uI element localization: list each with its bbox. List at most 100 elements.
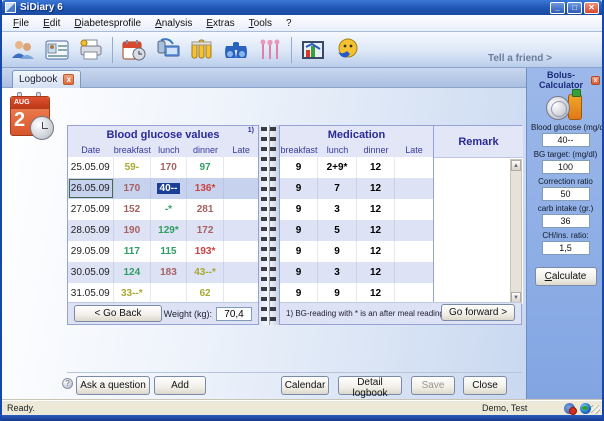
glucose-value-cell[interactable]: 124 (114, 262, 152, 283)
save-button[interactable]: Save (411, 376, 455, 395)
lab-values-icon[interactable] (185, 35, 219, 65)
glucose-value-cell[interactable]: -* (151, 199, 187, 220)
glucose-value-cell[interactable] (151, 283, 187, 304)
glucose-value-cell[interactable] (224, 283, 258, 304)
profile-card-icon[interactable] (40, 35, 74, 65)
glucose-date-cell[interactable]: 30.05.09 (68, 262, 114, 283)
close-logbook-button[interactable]: Close (463, 376, 507, 395)
glucose-date-cell[interactable]: 27.05.09 (68, 199, 114, 220)
users-icon[interactable] (6, 35, 40, 65)
tab-close-icon[interactable]: x (63, 74, 74, 85)
glucose-value-cell[interactable] (224, 157, 258, 178)
data-transfer-icon[interactable] (151, 35, 185, 65)
glucose-value-cell[interactable]: 136* (187, 178, 225, 199)
bolus-field-input[interactable]: 1,5 (542, 241, 590, 255)
statistics-icon[interactable] (296, 35, 330, 65)
medication-cell[interactable]: 9 (280, 178, 318, 199)
menu-item-edit[interactable]: Edit (36, 17, 67, 30)
panel-close-icon[interactable]: x (591, 76, 600, 85)
glucose-date-cell[interactable]: 31.05.09 (68, 283, 114, 304)
glucose-value-cell[interactable] (224, 241, 258, 262)
glucose-value-cell[interactable]: 190 (114, 220, 152, 241)
menu-item-tools[interactable]: Tools (242, 17, 279, 30)
glucose-value-cell[interactable]: 172 (187, 220, 225, 241)
close-button[interactable]: ✕ (584, 2, 599, 14)
menu-item-file[interactable]: File (6, 17, 36, 30)
medication-cell[interactable]: 9 (280, 157, 318, 178)
glucose-value-cell[interactable]: 193* (187, 241, 225, 262)
glucose-date-cell[interactable]: 25.05.09 (68, 157, 114, 178)
menu-item-analysis[interactable]: Analysis (148, 17, 199, 30)
medication-cell[interactable]: 9 (280, 241, 318, 262)
ask-question-button[interactable]: Ask a question (76, 376, 150, 395)
medication-cell[interactable]: 3 (318, 262, 357, 283)
medication-cell[interactable]: 3 (318, 199, 357, 220)
medication-cell[interactable]: 9 (318, 283, 357, 304)
medication-cell[interactable] (395, 157, 433, 178)
title-bar[interactable]: SiDiary 6 _ □ ✕ (2, 0, 602, 15)
medication-cell[interactable] (395, 283, 433, 304)
remark-textarea[interactable]: ▲ ▼ (434, 157, 523, 304)
glucose-date-cell[interactable]: 26.05.09 (68, 178, 114, 199)
glucose-value-cell[interactable] (224, 178, 258, 199)
medication-cell[interactable]: 12 (357, 283, 395, 304)
medication-cell[interactable]: 12 (357, 262, 395, 283)
medication-cell[interactable] (395, 178, 433, 199)
glucose-date-cell[interactable]: 29.05.09 (68, 241, 114, 262)
medication-cell[interactable]: 12 (357, 157, 395, 178)
glucose-value-cell[interactable]: 43--* (187, 262, 225, 283)
medication-cell[interactable]: 12 (357, 178, 395, 199)
glucose-value-cell[interactable]: 129* (151, 220, 187, 241)
menu-item-extras[interactable]: Extras (199, 17, 241, 30)
tab-logbook[interactable]: Logbook x (12, 70, 81, 88)
minimize-button[interactable]: _ (550, 2, 565, 14)
medication-cell[interactable]: 12 (357, 220, 395, 241)
glucose-value-cell[interactable] (224, 199, 258, 220)
glucose-value-cell[interactable]: 115 (151, 241, 187, 262)
glucose-value-cell[interactable]: 97 (187, 157, 225, 178)
glucose-value-cell[interactable] (224, 220, 258, 241)
detail-logbook-button[interactable]: Detail logbook (338, 376, 402, 395)
medication-cell[interactable] (395, 199, 433, 220)
glucose-value-cell[interactable]: 62 (187, 283, 225, 304)
nutrition-icon[interactable] (253, 35, 287, 65)
glucose-value-cell[interactable]: 152 (114, 199, 152, 220)
glucose-value-cell[interactable] (224, 262, 258, 283)
maximize-button[interactable]: □ (567, 2, 582, 14)
calculate-button[interactable]: Calculate (535, 267, 597, 286)
month-calendar-icon[interactable]: AUG 2 (10, 92, 54, 140)
weight-input[interactable]: 70,4 (216, 307, 252, 321)
print-icon[interactable] (74, 35, 108, 65)
calendar-button[interactable]: Calendar (281, 376, 329, 395)
go-back-button[interactable]: < Go Back (74, 305, 162, 322)
medication-cell[interactable]: 12 (357, 241, 395, 262)
glucose-value-cell[interactable]: 281 (187, 199, 225, 220)
glucose-date-cell[interactable]: 28.05.09 (68, 220, 114, 241)
medication-cell[interactable] (395, 220, 433, 241)
add-button[interactable]: Add (154, 376, 206, 395)
glucose-value-cell[interactable]: 40-- (151, 178, 187, 199)
tell-a-friend-link[interactable]: Tell a friend > (488, 53, 552, 64)
medication-cell[interactable]: 9 (280, 262, 318, 283)
medication-cell[interactable]: 9 (280, 199, 318, 220)
glucose-value-cell[interactable]: 59- (114, 157, 152, 178)
glucose-value-cell[interactable]: 183 (151, 262, 187, 283)
medication-cell[interactable]: 7 (318, 178, 357, 199)
medication-cell[interactable]: 5 (318, 220, 357, 241)
scroll-up-icon[interactable]: ▲ (511, 160, 521, 171)
glucose-value-cell[interactable]: 170 (114, 178, 152, 199)
glucose-value-cell[interactable]: 170 (151, 157, 187, 178)
bolus-field-input[interactable]: 40-- (542, 133, 590, 147)
menu-item-diabetesprofile[interactable]: Diabetesprofile (67, 17, 148, 30)
medication-cell[interactable]: 9 (280, 283, 318, 304)
go-forward-button[interactable]: Go forward > (441, 304, 515, 321)
medication-cell[interactable]: 12 (357, 199, 395, 220)
remark-scrollbar[interactable]: ▲ ▼ (510, 159, 522, 304)
medication-cell[interactable] (395, 262, 433, 283)
search-icon[interactable] (219, 35, 253, 65)
bolus-field-input[interactable]: 50 (542, 187, 590, 201)
logbook-calendar-icon[interactable] (117, 35, 151, 65)
bolus-field-input[interactable]: 36 (542, 214, 590, 228)
resize-grip[interactable] (591, 405, 600, 414)
menu-item-[interactable]: ? (279, 17, 299, 30)
